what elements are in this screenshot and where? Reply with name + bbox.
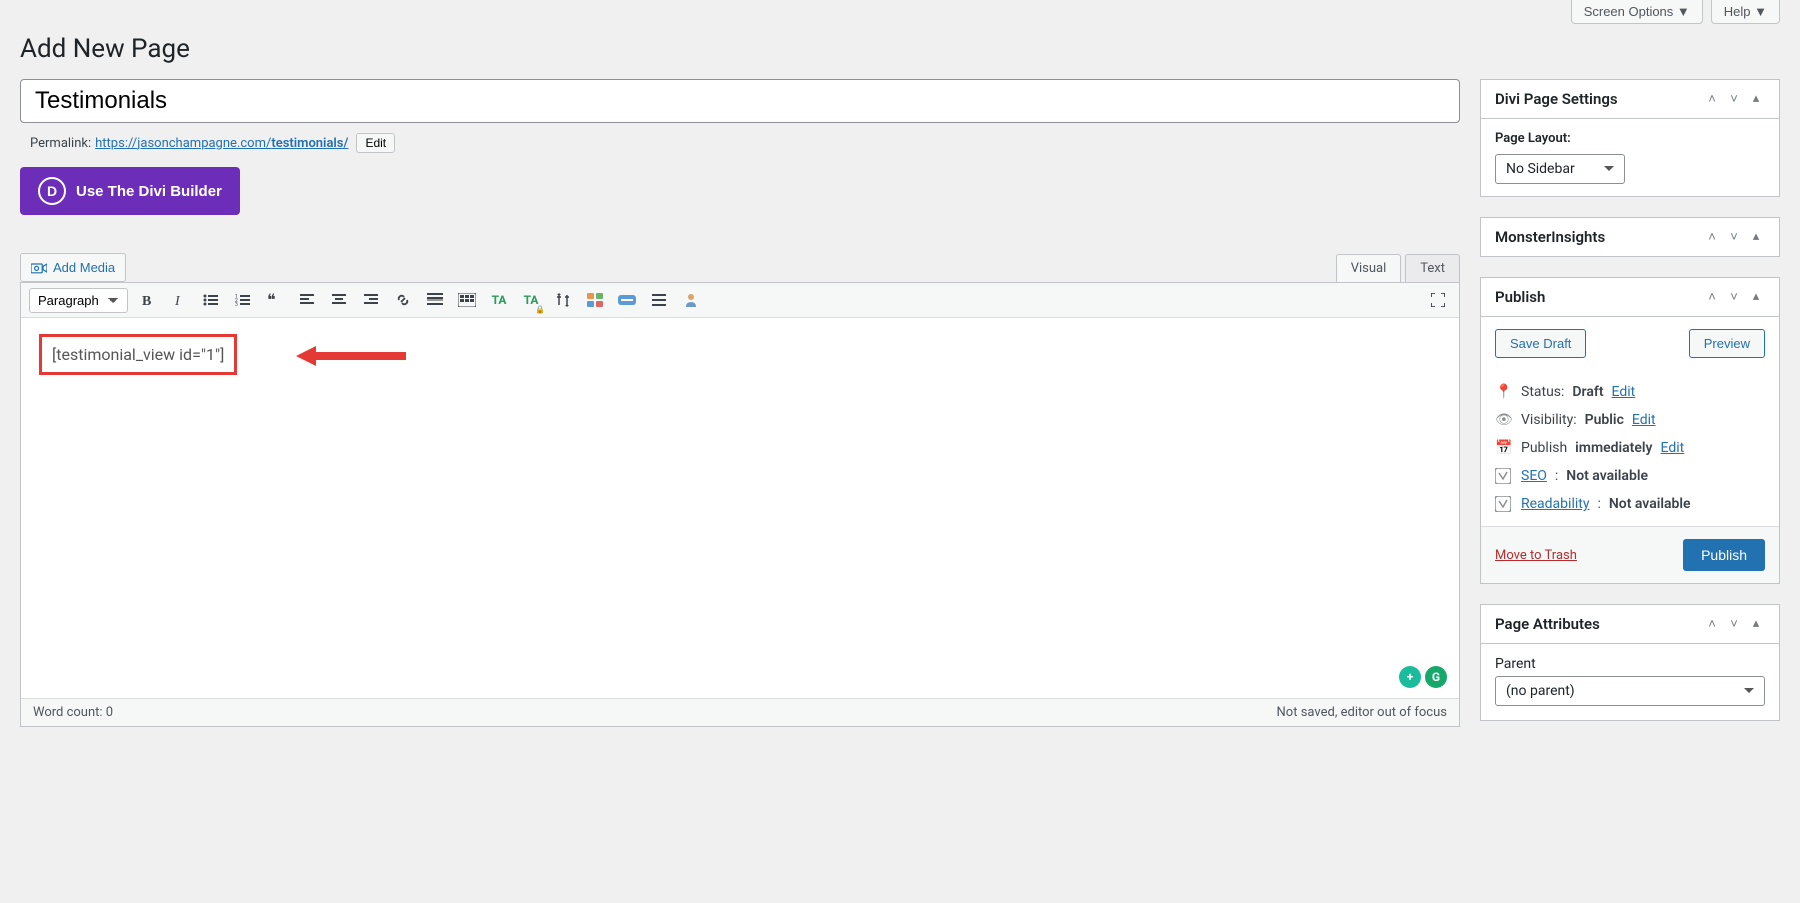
panel-toggle-icon[interactable]: ▴ (1747, 91, 1765, 107)
panel-title: MonsterInsights (1495, 228, 1605, 246)
status-value: Draft (1572, 384, 1603, 400)
grammarly-icon[interactable]: G (1425, 666, 1447, 688)
add-media-label: Add Media (53, 260, 115, 275)
publish-button[interactable]: Publish (1683, 539, 1765, 571)
seo-label[interactable]: SEO (1521, 468, 1547, 484)
edit-publish-link[interactable]: Edit (1661, 440, 1685, 456)
preview-button[interactable]: Preview (1689, 329, 1765, 358)
camera-icon (31, 261, 47, 275)
panel-down-icon[interactable]: ˅ (1725, 91, 1743, 107)
panel-toggle-icon[interactable]: ▴ (1747, 616, 1765, 632)
add-media-button[interactable]: Add Media (20, 253, 126, 282)
svg-text:❝: ❝ (267, 293, 276, 307)
user-icon[interactable] (678, 287, 704, 313)
title-input[interactable] (20, 79, 1460, 123)
permalink-row: Permalink: https://jasonchampagne.com/te… (20, 133, 1460, 153)
divi-icon: D (38, 177, 66, 205)
panel-title: Page Attributes (1495, 615, 1600, 633)
panel-up-icon[interactable]: ˄ (1703, 289, 1721, 305)
page-layout-select[interactable]: No Sidebar (1495, 154, 1625, 184)
pin-icon: 📍 (1495, 384, 1513, 400)
divi-settings-panel: Divi Page Settings ˄ ˅ ▴ Page Layout: No… (1480, 79, 1780, 197)
edit-visibility-link[interactable]: Edit (1632, 412, 1656, 428)
editor-toolbar: Paragraph B I 123 ❝ TA TA🔒 (21, 283, 1459, 318)
panel-title: Publish (1495, 288, 1545, 306)
panel-up-icon[interactable]: ˄ (1703, 229, 1721, 245)
publish-label: Publish (1521, 440, 1567, 456)
align-left-button[interactable] (294, 287, 320, 313)
annotation-arrow-icon (296, 344, 406, 368)
edit-slug-button[interactable]: Edit (356, 133, 395, 153)
permalink-link[interactable]: https://jasonchampagne.com/testimonials/ (95, 136, 348, 151)
status-label: Status: (1521, 384, 1564, 400)
shortcode-text: [testimonial_view id="1"] (39, 334, 237, 375)
screen-options-button[interactable]: Screen Options ▼ (1571, 0, 1703, 24)
parent-label: Parent (1481, 644, 1779, 676)
publish-value: immediately (1575, 440, 1652, 456)
visibility-value: Public (1585, 412, 1624, 428)
parent-select[interactable]: (no parent) (1495, 676, 1765, 706)
panel-down-icon[interactable]: ˅ (1725, 229, 1743, 245)
yoast-icon (1495, 496, 1513, 512)
align-right-button[interactable] (358, 287, 384, 313)
seo-value: Not available (1566, 468, 1648, 484)
monsterinsights-panel: MonsterInsights ˄ ˅ ▴ (1480, 217, 1780, 257)
content-editor[interactable]: [testimonial_view id="1"] + G (21, 318, 1459, 698)
divi-button-label: Use The Divi Builder (76, 183, 222, 200)
readability-value: Not available (1609, 496, 1691, 512)
svg-text:3: 3 (235, 302, 238, 307)
thrive-icon[interactable]: TA (486, 287, 512, 313)
word-count: Word count: 0 (33, 705, 113, 720)
editor-status-bar: Word count: 0 Not saved, editor out of f… (21, 698, 1459, 726)
fullscreen-button[interactable] (1425, 287, 1451, 313)
grammarly-add-icon[interactable]: + (1399, 666, 1421, 688)
link-button[interactable] (390, 287, 416, 313)
panel-up-icon[interactable]: ˄ (1703, 91, 1721, 107)
grid-icon[interactable] (582, 287, 608, 313)
save-status: Not saved, editor out of focus (1277, 705, 1447, 720)
permalink-label: Permalink: (30, 136, 91, 151)
lines-icon[interactable] (646, 287, 672, 313)
italic-button[interactable]: I (166, 287, 192, 313)
eye-icon: 👁 (1495, 412, 1513, 428)
visibility-label: Visibility: (1521, 412, 1577, 428)
bullet-list-button[interactable] (198, 287, 224, 313)
panel-title: Divi Page Settings (1495, 90, 1618, 108)
readability-label[interactable]: Readability (1521, 496, 1589, 512)
panel-up-icon[interactable]: ˄ (1703, 616, 1721, 632)
numbered-list-button[interactable]: 123 (230, 287, 256, 313)
page-attributes-panel: Page Attributes ˄ ˅ ▴ Parent (no parent) (1480, 604, 1780, 721)
page-layout-label: Page Layout: (1495, 131, 1765, 146)
save-draft-button[interactable]: Save Draft (1495, 329, 1586, 358)
svg-text:I: I (174, 294, 181, 307)
insert-more-button[interactable] (422, 287, 448, 313)
panel-toggle-icon[interactable]: ▴ (1747, 229, 1765, 245)
block-format-select[interactable]: Paragraph (29, 288, 128, 313)
align-center-button[interactable] (326, 287, 352, 313)
divi-builder-button[interactable]: D Use The Divi Builder (20, 167, 240, 215)
publish-panel: Publish ˄ ˅ ▴ Save Draft Preview 📍 Statu… (1480, 277, 1780, 584)
toolbar-toggle-button[interactable] (454, 287, 480, 313)
calendar-icon: 📅 (1495, 440, 1513, 456)
tab-text[interactable]: Text (1405, 254, 1460, 282)
thrive-icon-2[interactable]: TA🔒 (518, 287, 544, 313)
panel-down-icon[interactable]: ˅ (1725, 289, 1743, 305)
panel-down-icon[interactable]: ˅ (1725, 616, 1743, 632)
help-button[interactable]: Help ▼ (1711, 0, 1780, 24)
edit-status-link[interactable]: Edit (1612, 384, 1636, 400)
button-icon[interactable] (614, 287, 640, 313)
quote-button[interactable]: ❝ (262, 287, 288, 313)
editor-container: Paragraph B I 123 ❝ TA TA🔒 (20, 282, 1460, 727)
panel-toggle-icon[interactable]: ▴ (1747, 289, 1765, 305)
column-button[interactable] (550, 287, 576, 313)
bold-button[interactable]: B (134, 287, 160, 313)
move-to-trash-link[interactable]: Move to Trash (1495, 548, 1577, 563)
svg-text:B: B (142, 294, 151, 307)
page-title: Add New Page (20, 34, 1780, 64)
tab-visual[interactable]: Visual (1336, 254, 1402, 282)
yoast-icon (1495, 468, 1513, 484)
